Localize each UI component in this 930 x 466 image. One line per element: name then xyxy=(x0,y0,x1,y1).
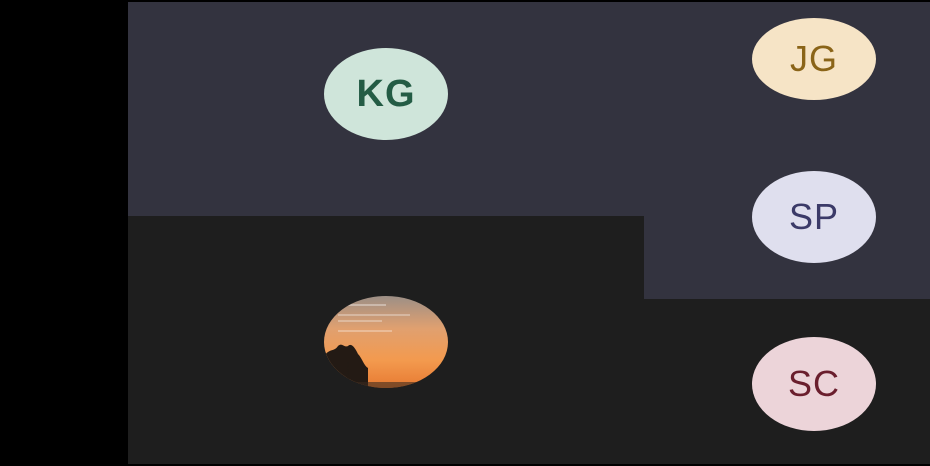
sunset-photo-icon xyxy=(324,296,448,388)
avatar-kg: KG xyxy=(324,48,448,140)
participant-tile-sc[interactable]: SC xyxy=(644,299,930,464)
participant-tile-kg[interactable]: KG xyxy=(128,2,644,216)
avatar-photo xyxy=(324,296,448,388)
avatar-jg: JG xyxy=(752,18,876,100)
avatar-sc: SC xyxy=(752,337,876,431)
meeting-gallery-view: KG JG SP SC xyxy=(0,0,930,466)
participant-tile-sp[interactable]: SP xyxy=(644,133,930,299)
left-blank-panel xyxy=(0,0,128,466)
participant-tile-jg[interactable]: JG xyxy=(644,2,930,133)
participant-tile-photo[interactable] xyxy=(128,216,644,464)
avatar-sp: SP xyxy=(752,171,876,263)
